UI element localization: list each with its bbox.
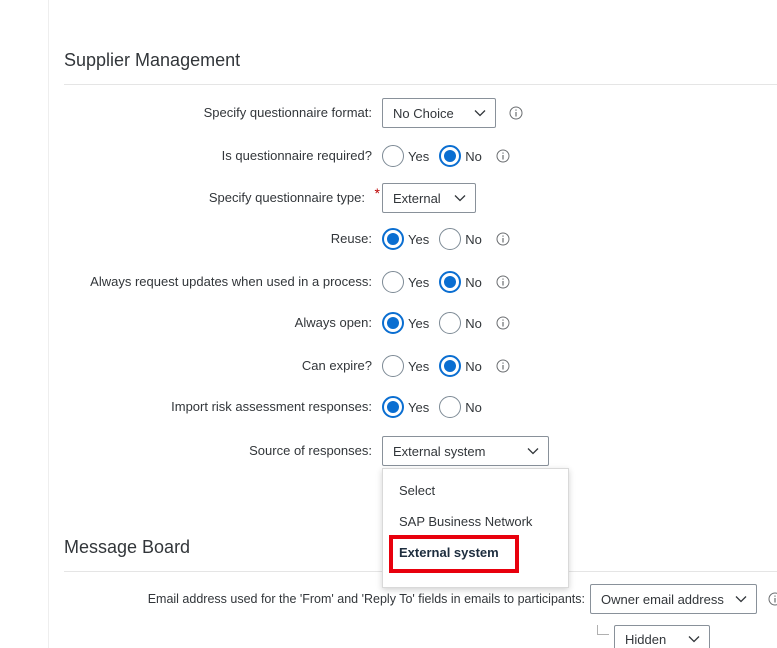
radio-label: No [465,399,482,415]
source-of-responses-select[interactable]: External system [382,436,549,466]
select-value: External [393,190,441,206]
section-divider [64,84,777,85]
visibility-select[interactable]: Hidden [614,625,710,648]
field-label: Always open: [294,315,372,330]
radio-label: No [465,274,482,290]
info-icon[interactable] [496,316,510,330]
row-reuse: Reuse: Yes No [0,224,777,254]
import-risk-radio-group: Yes No [382,392,492,422]
radio-no[interactable]: No [439,145,482,167]
info-icon[interactable] [496,232,510,246]
row-always-request-updates: Always request updates when used in a pr… [0,267,777,297]
chevron-down-icon [474,110,486,117]
radio-button[interactable] [382,145,404,167]
radio-button[interactable] [382,396,404,418]
radio-label: Yes [408,231,430,247]
dropdown-option-sap-business-network[interactable]: SAP Business Network [399,514,532,529]
radio-button[interactable] [382,355,404,377]
field-label: Reuse: [330,231,372,246]
field-label: Specify questionnaire type: [208,190,365,205]
select-value: No Choice [393,105,454,121]
questionnaire-required-radio-group: Yes No [382,141,510,171]
section-title-supplier-management: Supplier Management [64,50,241,70]
radio-label: Yes [408,274,430,290]
radio-yes[interactable]: Yes [382,312,429,334]
row-import-risk-assessment: Import risk assessment responses: Yes No [0,392,777,422]
field-label: Source of responses: [249,443,372,458]
chevron-down-icon [454,195,466,202]
field-label: Always request updates when used in a pr… [90,274,372,289]
select-value: External system [393,443,486,459]
radio-label: No [465,231,482,247]
row-can-expire: Can expire? Yes No [0,351,777,381]
radio-label: No [465,148,482,164]
radio-no[interactable]: No [439,355,482,377]
section-title-message-board: Message Board [64,537,191,557]
row-source-of-responses: Source of responses: External system [0,436,777,466]
radio-button[interactable] [382,271,404,293]
radio-label: Yes [408,399,430,415]
field-label: Specify questionnaire format: [203,105,372,120]
radio-button[interactable] [439,271,462,293]
radio-no[interactable]: No [439,271,482,293]
info-icon[interactable] [496,275,510,289]
radio-yes[interactable]: Yes [382,145,429,167]
dropdown-option-select[interactable]: Select [399,483,435,498]
radio-no[interactable]: No [439,228,482,250]
info-icon[interactable] [496,149,510,163]
radio-button[interactable] [439,355,462,377]
always-request-updates-radio-group: Yes No [382,267,510,297]
radio-label: Yes [408,148,430,164]
chevron-down-icon [688,636,700,643]
email-from-field-label: Email address used for the 'From' and 'R… [147,592,585,606]
email-from-select[interactable]: Owner email address [590,584,757,614]
questionnaire-format-select[interactable]: No Choice [382,98,496,128]
indent-connector [597,625,609,635]
radio-no[interactable]: No [439,396,482,418]
row-always-open: Always open: Yes No [0,308,777,338]
can-expire-radio-group: Yes No [382,351,510,381]
radio-button[interactable] [439,228,462,250]
chevron-down-icon [527,448,539,455]
info-icon[interactable] [768,592,777,606]
info-icon[interactable] [496,359,510,373]
radio-label: No [465,358,482,374]
radio-button[interactable] [439,396,462,418]
row-questionnaire-format: Specify questionnaire format: No Choice [0,98,777,128]
radio-button[interactable] [439,312,462,334]
radio-label: No [465,315,482,331]
info-icon[interactable] [509,106,523,120]
radio-no[interactable]: No [439,312,482,334]
row-questionnaire-type: Specify questionnaire type: * External [0,183,777,213]
radio-button[interactable] [382,228,404,250]
select-value: Owner email address [601,591,724,607]
reuse-radio-group: Yes No [382,224,510,254]
radio-label: Yes [408,315,430,331]
radio-yes[interactable]: Yes [382,271,429,293]
required-indicator: * [374,185,380,201]
always-open-radio-group: Yes No [382,308,510,338]
radio-label: Yes [408,358,430,374]
radio-button[interactable] [382,312,404,334]
radio-yes[interactable]: Yes [382,396,429,418]
annotation-highlight-box [389,535,519,573]
radio-button[interactable] [439,145,462,167]
questionnaire-type-select[interactable]: External [382,183,476,213]
field-label: Can expire? [301,358,372,373]
field-label: Import risk assessment responses: [171,399,372,414]
radio-yes[interactable]: Yes [382,355,429,377]
chevron-down-icon [735,596,747,603]
select-value: Hidden [625,631,667,647]
row-questionnaire-required: Is questionnaire required? Yes No [0,141,777,171]
radio-yes[interactable]: Yes [382,228,429,250]
field-label: Is questionnaire required? [221,148,372,163]
